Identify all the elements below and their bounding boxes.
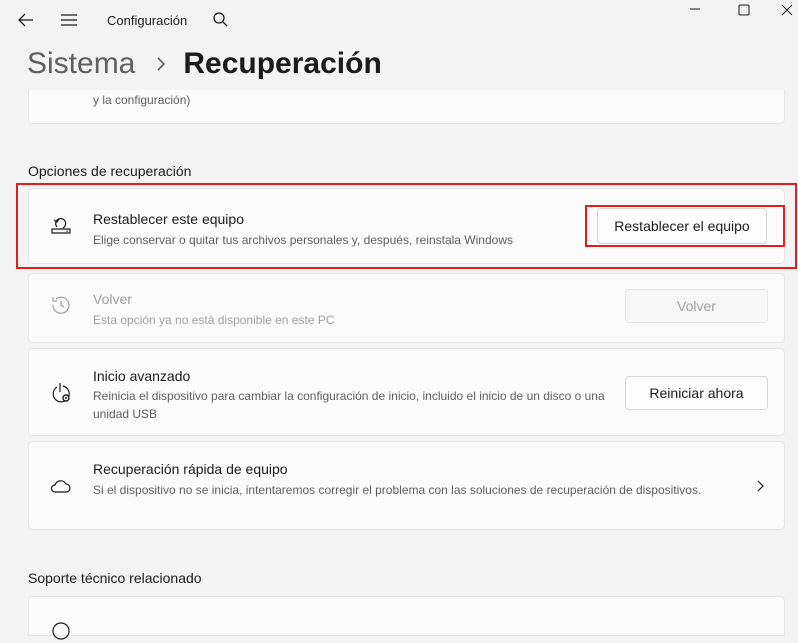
history-icon (52, 296, 70, 314)
quick-machine-recovery-card[interactable]: Recuperación rápida de equipo Si el disp… (28, 441, 785, 530)
recovery-options-heading: Opciones de recuperación (28, 163, 192, 179)
go-back-title: Volver (93, 291, 132, 307)
go-back-description: Esta opción ya no está disponible en est… (93, 313, 335, 327)
search-icon[interactable] (210, 9, 232, 31)
breadcrumb-parent-link[interactable]: Sistema (27, 47, 135, 81)
advanced-startup-card: Inicio avanzado Reinicia el dispositivo … (28, 348, 785, 436)
page-title: Recuperación (183, 47, 382, 80)
previous-setting-card: y la configuración) (28, 90, 785, 124)
advanced-startup-title: Inicio avanzado (93, 368, 191, 384)
app-title: Configuración (107, 13, 188, 28)
chevron-right-icon[interactable] (753, 479, 767, 493)
restart-now-button[interactable]: Reiniciar ahora (625, 376, 768, 410)
minimize-icon[interactable] (683, 0, 707, 20)
go-back-button[interactable]: Volver (625, 289, 768, 323)
quick-recovery-description: Si el dispositivo no se inicia, intentar… (93, 483, 702, 497)
related-support-heading: Soporte técnico relacionado (28, 570, 202, 586)
back-arrow-icon[interactable] (14, 8, 38, 32)
hamburger-menu-icon[interactable] (57, 8, 81, 32)
close-icon[interactable] (776, 0, 798, 20)
highlight-button-outline (585, 205, 785, 247)
breadcrumb: Sistema Recuperación (27, 44, 382, 84)
advanced-startup-description: Reinicia el dispositivo para cambiar la … (93, 389, 605, 421)
cloud-icon (50, 480, 71, 493)
globe-icon (52, 622, 70, 640)
chevron-right-icon (157, 57, 166, 71)
title-bar: Configuración (0, 0, 798, 40)
previous-setting-text: y la configuración) (93, 93, 191, 107)
power-gear-icon (52, 383, 70, 403)
go-back-card: Volver Esta opción ya no está disponible… (28, 273, 785, 343)
quick-recovery-title: Recuperación rápida de equipo (93, 461, 288, 477)
maximize-icon[interactable] (733, 0, 755, 20)
related-support-card[interactable] (28, 596, 785, 640)
